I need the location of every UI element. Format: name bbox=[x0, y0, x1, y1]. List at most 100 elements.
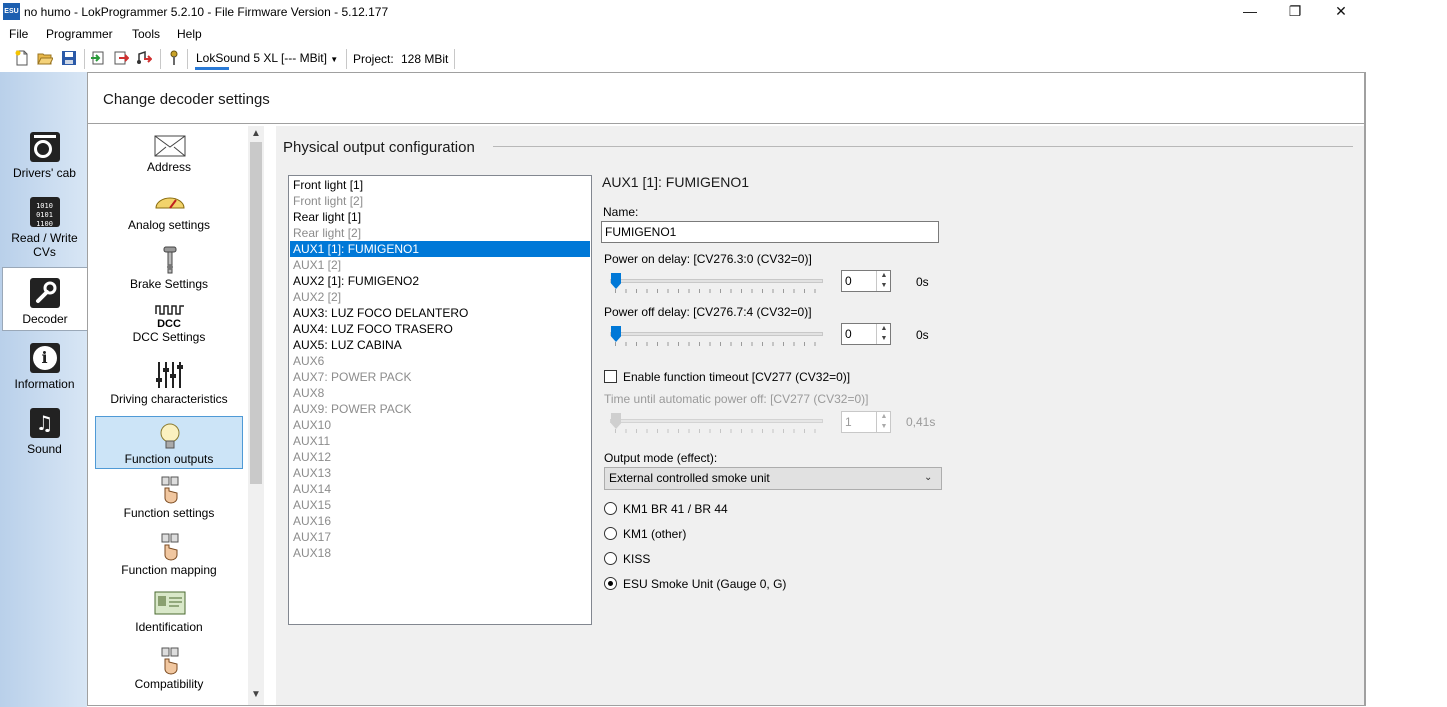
radio-esu-smoke-unit[interactable] bbox=[604, 577, 617, 590]
export-icon[interactable] bbox=[113, 50, 129, 66]
category-dcc-settings-label: DCC Settings bbox=[132, 330, 206, 344]
auto-power-off-slider[interactable] bbox=[610, 419, 823, 423]
category-driving-characteristics[interactable]: Driving characteristics bbox=[95, 360, 243, 406]
category-compatibility[interactable]: Compatibility bbox=[95, 647, 243, 691]
output-mode-label: Output mode (effect): bbox=[604, 451, 718, 465]
category-function-outputs[interactable]: Function outputs bbox=[95, 416, 243, 469]
spinner-arrows-icon[interactable]: ▲ ▼ bbox=[876, 324, 891, 344]
decoder-type-select[interactable]: LokSound 5 XL [--- MBit] ▼ bbox=[192, 49, 342, 67]
category-driving-characteristics-label: Driving characteristics bbox=[110, 392, 228, 406]
nav-sound-label: Sound bbox=[27, 442, 62, 456]
toolbar-separator bbox=[454, 49, 455, 69]
radio-km1-other[interactable] bbox=[604, 527, 617, 540]
output-list-item[interactable]: AUX5: LUZ CABINA bbox=[290, 337, 590, 353]
scrollbar-thumb[interactable] bbox=[250, 142, 262, 484]
chevron-down-icon[interactable]: ⌄ bbox=[924, 472, 932, 483]
output-list-item[interactable]: AUX2 [2] bbox=[290, 289, 590, 305]
radio-km1-other-label: KM1 (other) bbox=[623, 527, 687, 541]
category-function-outputs-label: Function outputs bbox=[124, 452, 214, 466]
output-list-item[interactable]: AUX3: LUZ FOCO DELANTERO bbox=[290, 305, 590, 321]
open-folder-icon[interactable] bbox=[37, 50, 53, 66]
app-logo-icon: ESU bbox=[3, 3, 20, 20]
timeout-checkbox[interactable] bbox=[604, 370, 617, 383]
radio-kiss[interactable] bbox=[604, 552, 617, 565]
id-card-icon bbox=[154, 590, 186, 618]
scroll-up-icon[interactable]: ▲ bbox=[248, 126, 264, 142]
category-function-settings[interactable]: Function settings bbox=[95, 476, 243, 520]
nav-sound[interactable]: ♫ Sound bbox=[2, 408, 87, 456]
power-off-delay-slider[interactable] bbox=[610, 332, 823, 336]
nav-drivers-cab[interactable]: Drivers' cab bbox=[2, 132, 87, 180]
nav-drivers-cab-label: Drivers' cab bbox=[13, 166, 76, 180]
power-on-delay-slider[interactable] bbox=[610, 279, 823, 283]
radio-esu-smoke-unit-label: ESU Smoke Unit (Gauge 0, G) bbox=[623, 577, 787, 591]
output-list-item[interactable]: AUX1 [1]: FUMIGENO1 bbox=[290, 241, 590, 257]
output-list-item[interactable]: AUX14 bbox=[290, 481, 590, 497]
import-icon[interactable] bbox=[90, 50, 106, 66]
category-brake-settings[interactable]: Brake Settings bbox=[95, 245, 243, 291]
programmer-key-icon[interactable] bbox=[166, 50, 182, 66]
output-list-item[interactable]: AUX7: POWER PACK bbox=[290, 369, 590, 385]
slider-ticks bbox=[615, 429, 823, 433]
category-brake-settings-label: Brake Settings bbox=[129, 277, 209, 291]
radio-km1-br41[interactable] bbox=[604, 502, 617, 515]
new-file-icon[interactable] bbox=[14, 50, 30, 66]
output-list-item[interactable]: AUX18 bbox=[290, 545, 590, 561]
output-mode-select[interactable]: External controlled smoke unit bbox=[604, 467, 942, 490]
dcc-icon-text: DCC bbox=[157, 318, 181, 330]
output-list-item[interactable]: AUX2 [1]: FUMIGENO2 bbox=[290, 273, 590, 289]
wrench-icon bbox=[30, 278, 60, 308]
output-list-item[interactable]: AUX8 bbox=[290, 385, 590, 401]
output-list-item[interactable]: Front light [1] bbox=[290, 177, 590, 193]
decoder-type-value: LokSound 5 XL [--- MBit] bbox=[196, 51, 327, 65]
spinner-arrows-icon[interactable]: ▲ ▼ bbox=[876, 271, 891, 291]
menu-programmer[interactable]: Programmer bbox=[46, 27, 113, 41]
drivers-cab-icon bbox=[29, 132, 60, 162]
output-list-item[interactable]: Rear light [1] bbox=[290, 209, 590, 225]
output-list-item[interactable]: AUX6 bbox=[290, 353, 590, 369]
output-list-item[interactable]: AUX17 bbox=[290, 529, 590, 545]
output-list-item[interactable]: AUX1 [2] bbox=[290, 257, 590, 273]
close-icon[interactable]: ✕ bbox=[1318, 0, 1364, 24]
timeout-checkbox-label: Enable function timeout [CV277 (CV32=0)] bbox=[623, 370, 851, 384]
menu-tools[interactable]: Tools bbox=[132, 27, 160, 41]
category-compatibility-label: Compatibility bbox=[134, 677, 204, 691]
output-list-item[interactable]: AUX16 bbox=[290, 513, 590, 529]
gauge-icon bbox=[154, 192, 185, 216]
output-list-item[interactable]: AUX12 bbox=[290, 449, 590, 465]
save-icon[interactable] bbox=[61, 50, 77, 66]
menu-help[interactable]: Help bbox=[177, 27, 202, 41]
category-function-settings-label: Function settings bbox=[123, 506, 215, 520]
scroll-down-icon[interactable]: ▼ bbox=[248, 687, 264, 703]
category-function-mapping[interactable]: Function mapping bbox=[95, 533, 243, 577]
nav-read-write-cvs[interactable]: 1010 0101 1100 Read / Write CVs bbox=[2, 197, 87, 259]
output-list-item[interactable]: Rear light [2] bbox=[290, 225, 590, 241]
nav-information[interactable]: i Information bbox=[2, 343, 87, 391]
restore-icon[interactable]: ❐ bbox=[1272, 0, 1318, 24]
output-list-item[interactable]: AUX4: LUZ FOCO TRASERO bbox=[290, 321, 590, 337]
output-list-item[interactable]: AUX11 bbox=[290, 433, 590, 449]
window-title: no humo - LokProgrammer 5.2.10 - File Fi… bbox=[24, 5, 389, 19]
power-on-delay-label: Power on delay: [CV276.3:0 (CV32=0)] bbox=[604, 252, 812, 266]
spinner-arrows-icon[interactable]: ▲ ▼ bbox=[876, 412, 891, 432]
category-identification[interactable]: Identification bbox=[95, 590, 243, 634]
read-write-cv-icon: 1010 0101 1100 bbox=[29, 197, 60, 228]
minimize-icon[interactable]: — bbox=[1227, 0, 1273, 24]
output-list-item[interactable]: Front light [2] bbox=[290, 193, 590, 209]
menu-file[interactable]: File bbox=[9, 27, 28, 41]
nav-decoder[interactable]: Decoder bbox=[2, 267, 87, 331]
output-list-item[interactable]: AUX13 bbox=[290, 465, 590, 481]
category-dcc-settings[interactable]: DCC DCC Settings bbox=[95, 304, 243, 344]
slider-ticks bbox=[615, 289, 823, 293]
category-address[interactable]: Address bbox=[95, 134, 243, 174]
toolbar-separator bbox=[84, 49, 85, 69]
name-input[interactable] bbox=[601, 221, 939, 243]
output-list-item[interactable]: AUX15 bbox=[290, 497, 590, 513]
output-list-item[interactable]: AUX9: POWER PACK bbox=[290, 401, 590, 417]
sound-export-icon[interactable] bbox=[136, 50, 152, 66]
envelope-icon bbox=[154, 134, 186, 158]
output-list-item[interactable]: AUX10 bbox=[290, 417, 590, 433]
radio-kiss-label: KISS bbox=[623, 552, 651, 566]
lightbulb-icon bbox=[154, 420, 184, 450]
category-analog-settings[interactable]: Analog settings bbox=[95, 192, 243, 232]
